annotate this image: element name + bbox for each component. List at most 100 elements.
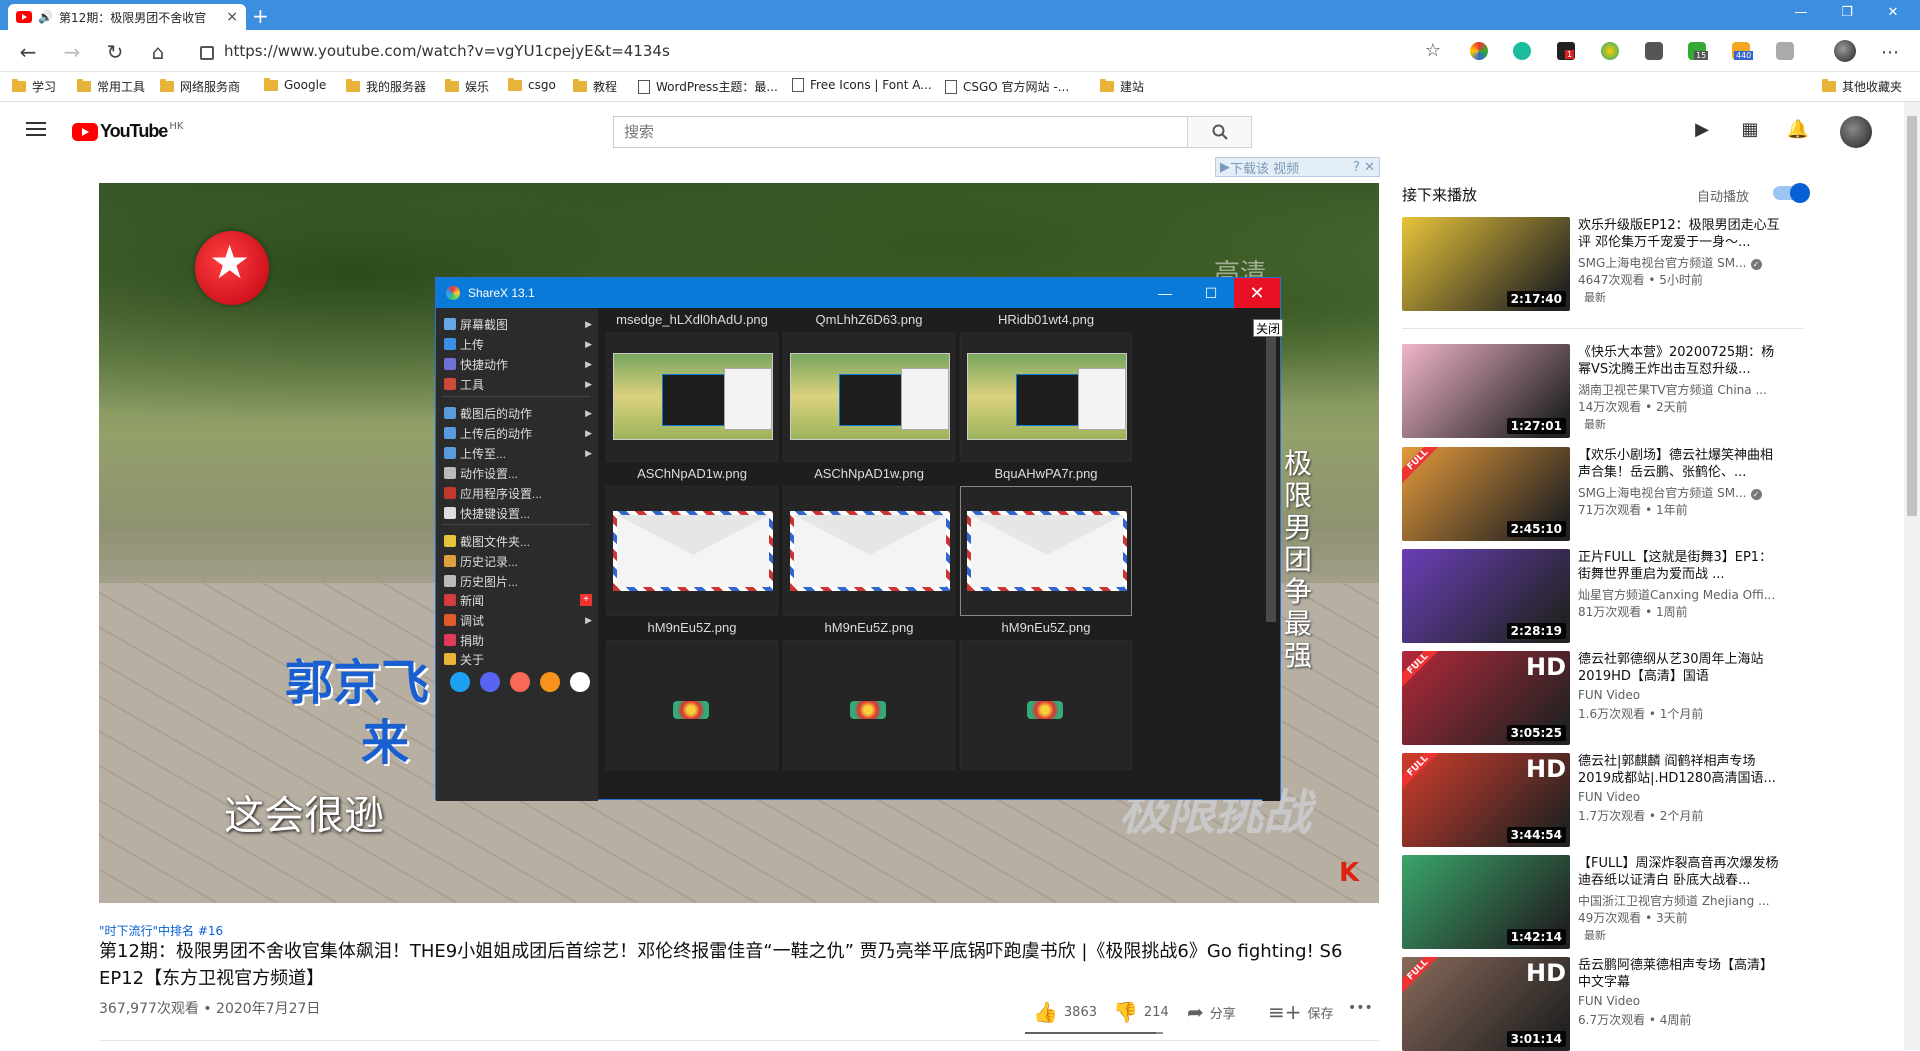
bookmark-item[interactable]: 网络服务商 bbox=[160, 78, 240, 95]
video-thumbnail[interactable]: 2:28:19 bbox=[1402, 549, 1570, 643]
apps-grid-icon[interactable]: ▦ bbox=[1738, 119, 1762, 143]
more-actions-icon[interactable]: ••• bbox=[1348, 1000, 1373, 1016]
recommended-title[interactable]: 德云社|郭麒麟 阎鹤祥相声专场2019成都站|.HD1280高清国语... bbox=[1578, 753, 1783, 787]
sharex-file-item[interactable]: BquAHwPA7r.png bbox=[960, 466, 1132, 616]
sharex-menu-item[interactable]: 快捷键设置... bbox=[444, 503, 592, 523]
channel-label[interactable]: 灿星官方频道Canxing Media Offi... bbox=[1578, 588, 1775, 602]
notifications-bell-icon[interactable]: 🔔 bbox=[1786, 119, 1810, 143]
forward-button[interactable]: → bbox=[58, 38, 86, 66]
like-button[interactable]: 👍 3863 bbox=[1033, 1000, 1097, 1024]
sharex-file-item[interactable]: hM9nEu5Z.png bbox=[960, 620, 1132, 770]
extension-database-icon[interactable] bbox=[1645, 42, 1663, 60]
discord-icon[interactable] bbox=[480, 672, 500, 692]
file-thumbnail[interactable] bbox=[960, 332, 1132, 462]
recommended-title[interactable]: 【FULL】周深炸裂高音再次爆发杨迪吞纸以证清白 卧底大战春... bbox=[1578, 855, 1783, 889]
sharex-minimize-button[interactable]: — bbox=[1142, 278, 1188, 308]
avatar[interactable] bbox=[1840, 116, 1872, 148]
bookmark-item[interactable]: 常用工具 bbox=[77, 78, 145, 95]
profile-avatar[interactable] bbox=[1834, 40, 1856, 62]
recommended-video[interactable]: 2:17:40 欢乐升级版EP12：极限男团走心互评 邓伦集万千宠爱于一身～...… bbox=[1402, 217, 1802, 311]
channel-label[interactable]: FUN Video bbox=[1578, 790, 1640, 804]
channel-name[interactable]: 灿星官方频道Canxing Media Offi... bbox=[1578, 586, 1783, 603]
file-thumbnail[interactable] bbox=[606, 486, 778, 616]
sharex-menu-item[interactable]: 屏幕截图 ▶ bbox=[444, 314, 592, 334]
audio-playing-icon[interactable]: 🔊 bbox=[38, 10, 53, 24]
browser-menu-icon[interactable]: ⋯ bbox=[1876, 38, 1904, 66]
search-button[interactable] bbox=[1187, 116, 1252, 148]
sharex-menu-item[interactable]: 动作设置... bbox=[444, 463, 592, 483]
sharex-menu-item[interactable]: 上传后的动作 ▶ bbox=[444, 423, 592, 443]
sharex-menu-item[interactable]: 捐助 bbox=[444, 630, 592, 650]
bookmark-item[interactable]: csgo bbox=[508, 77, 556, 92]
download-video-label[interactable]: 下载该 视频 bbox=[1230, 158, 1299, 177]
recommended-video[interactable]: FULL HD 3:01:14 岳云鹏阿德莱德相声专场【高清】中文字幕 FUN Vide… bbox=[1402, 957, 1802, 1051]
bookmark-item[interactable]: 学习 bbox=[12, 78, 56, 95]
sharex-menu-item[interactable]: 历史图片... bbox=[444, 571, 592, 591]
sharex-menu-item[interactable]: 上传至... ▶ bbox=[444, 443, 592, 463]
recommended-title[interactable]: 《快乐大本营》20200725期：杨幂VS沈腾王炸出击互怼升级... bbox=[1578, 344, 1783, 378]
channel-label[interactable]: 中国浙江卫视官方频道 Zhejiang ... bbox=[1578, 894, 1770, 908]
video-thumbnail[interactable]: FULL HD 3:01:14 bbox=[1402, 957, 1570, 1051]
extension-orange-icon[interactable]: 440 bbox=[1732, 42, 1754, 60]
lock-icon[interactable] bbox=[200, 46, 214, 60]
channel-name[interactable]: SMG上海电视台官方频道 SM... ✓ bbox=[1578, 254, 1783, 271]
sharex-menu-item[interactable]: 工具 ▶ bbox=[444, 374, 592, 394]
file-thumbnail[interactable] bbox=[606, 640, 778, 770]
channel-name[interactable]: 湖南卫视芒果TV官方频道 China ... bbox=[1578, 381, 1783, 398]
scrollbar-thumb[interactable] bbox=[1907, 116, 1917, 516]
recommended-video[interactable]: 2:28:19 正片FULL【这就是街舞3】EP1：街舞世界重启为爱而战 ... 灿… bbox=[1402, 549, 1802, 643]
channel-label[interactable]: FUN Video bbox=[1578, 994, 1640, 1008]
download-video-bar[interactable]: ▶ 下载该 视频? ✕ bbox=[1215, 157, 1380, 177]
file-thumbnail[interactable] bbox=[783, 332, 955, 462]
sharex-menu-item[interactable]: 新闻 + bbox=[444, 590, 592, 610]
bookmark-item[interactable]: Google bbox=[264, 77, 326, 92]
back-button[interactable]: ← bbox=[14, 38, 42, 66]
recommended-video[interactable]: 1:27:01 《快乐大本营》20200725期：杨幂VS沈腾王炸出击互怼升级..… bbox=[1402, 344, 1802, 438]
page-scrollbar[interactable] bbox=[1904, 102, 1920, 1050]
sharex-file-item[interactable]: QmLhhZ6D63.png bbox=[783, 312, 955, 462]
other-bookmarks[interactable]: 其他收藏夹 bbox=[1822, 78, 1902, 95]
recommended-video[interactable]: FULL 2:45:10 【欢乐小剧场】德云社爆笑神曲相声合集！岳云鹏、张鹤伦、..… bbox=[1402, 447, 1802, 541]
video-thumbnail[interactable]: FULL HD 3:44:54 bbox=[1402, 753, 1570, 847]
extension-green-icon[interactable]: 15 bbox=[1688, 42, 1709, 60]
restore-button[interactable]: ❐ bbox=[1824, 0, 1870, 24]
sharex-file-item[interactable]: hM9nEu5Z.png bbox=[783, 620, 955, 770]
bookmark-item[interactable]: Free Icons | Font A... bbox=[792, 78, 932, 92]
file-thumbnail[interactable] bbox=[606, 332, 778, 462]
recommended-title[interactable]: 正片FULL【这就是街舞3】EP1：街舞世界重启为爱而战 ... bbox=[1578, 549, 1783, 583]
url-text[interactable]: https://www.youtube.com/watch?v=vgYU1cpe… bbox=[224, 42, 670, 60]
youtube-logo[interactable]: YouTube HK bbox=[72, 121, 183, 142]
sharex-file-item[interactable]: ASChNpAD1w.png bbox=[783, 466, 955, 616]
sharex-titlebar[interactable]: ShareX 13.1 — ☐ ✕ bbox=[436, 278, 1280, 308]
home-button[interactable]: ⌂ bbox=[144, 38, 172, 66]
sharex-window[interactable]: ShareX 13.1 — ☐ ✕ 屏幕截图 ▶ 上传 ▶ 快捷动作 ▶ 工具 ▶ 截图后的动作… bbox=[435, 277, 1281, 801]
sharex-scrollbar-thumb[interactable] bbox=[1266, 322, 1276, 622]
recommended-video[interactable]: FULL HD 3:05:25 德云社郭德纲从艺30周年上海站2019HD【高清】国语… bbox=[1402, 651, 1802, 745]
video-thumbnail[interactable]: FULL 2:45:10 bbox=[1402, 447, 1570, 541]
channel-label[interactable]: 湖南卫视芒果TV官方频道 China ... bbox=[1578, 383, 1767, 397]
reload-button[interactable]: ↻ bbox=[101, 38, 129, 66]
bookmark-item[interactable]: 建站 bbox=[1100, 78, 1144, 95]
share-button[interactable]: ➦ 分享 bbox=[1187, 1000, 1236, 1024]
bitcoin-icon[interactable] bbox=[540, 672, 560, 692]
extension-badge-icon[interactable]: 1 bbox=[1557, 42, 1575, 60]
extension-color-icon[interactable] bbox=[1470, 42, 1488, 60]
sharex-menu-item[interactable]: 调试 ▶ bbox=[444, 610, 592, 630]
sharex-file-item[interactable]: HRidb01wt4.png bbox=[960, 312, 1132, 462]
extension-grammarly-icon[interactable] bbox=[1513, 42, 1531, 60]
sharex-menu-item[interactable]: 上传 ▶ bbox=[444, 334, 592, 354]
bookmark-item[interactable]: 教程 bbox=[573, 78, 617, 95]
recommended-title[interactable]: 德云社郭德纲从艺30周年上海站2019HD【高清】国语 bbox=[1578, 651, 1783, 685]
channel-label[interactable]: SMG上海电视台官方频道 SM... bbox=[1578, 256, 1747, 270]
video-thumbnail[interactable]: 1:27:01 bbox=[1402, 344, 1570, 438]
channel-name[interactable]: FUN Video bbox=[1578, 790, 1783, 804]
recommended-title[interactable]: 【欢乐小剧场】德云社爆笑神曲相声合集！岳云鹏、张鹤伦、... bbox=[1578, 447, 1783, 481]
sharex-scrollbar[interactable] bbox=[1262, 308, 1280, 801]
video-thumbnail[interactable]: 1:42:14 bbox=[1402, 855, 1570, 949]
bookmark-item[interactable]: WordPress主题：最... bbox=[638, 78, 778, 95]
bookmark-item[interactable]: CSGO 官方网站 -... bbox=[945, 78, 1069, 95]
channel-name[interactable]: FUN Video bbox=[1578, 994, 1783, 1008]
bookmark-star-icon[interactable]: ☆ bbox=[1425, 40, 1441, 61]
browser-tab[interactable]: 🔊 第12期：极限男团不舍收官 × bbox=[8, 4, 246, 30]
sharex-menu-item[interactable]: 关于 bbox=[444, 649, 592, 669]
